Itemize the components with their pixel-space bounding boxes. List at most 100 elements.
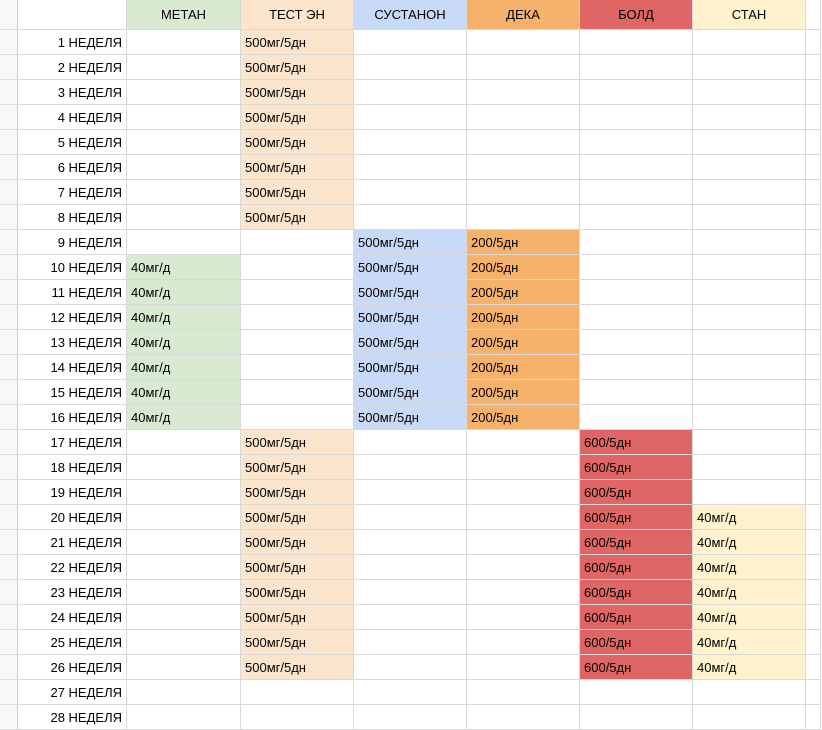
- cell-sustanon[interactable]: 500мг/5дн: [354, 280, 467, 305]
- cell-deka[interactable]: [467, 480, 580, 505]
- cell-metan[interactable]: [127, 505, 241, 530]
- cell-sustanon[interactable]: [354, 80, 467, 105]
- cell-deka[interactable]: 200/5дн: [467, 280, 580, 305]
- cell-test_en[interactable]: 500мг/5дн: [241, 480, 354, 505]
- week-label[interactable]: 27 НЕДЕЛЯ: [18, 680, 127, 705]
- cell-deka[interactable]: [467, 630, 580, 655]
- cell-metan[interactable]: [127, 230, 241, 255]
- cell-deka[interactable]: 200/5дн: [467, 405, 580, 430]
- cell-stan[interactable]: [693, 205, 806, 230]
- cell-test_en[interactable]: 500мг/5дн: [241, 130, 354, 155]
- cell-sustanon[interactable]: [354, 680, 467, 705]
- column-header-sustanon[interactable]: СУСТАНОН: [354, 0, 467, 30]
- cell-bold[interactable]: [580, 155, 693, 180]
- week-label[interactable]: 22 НЕДЕЛЯ: [18, 555, 127, 580]
- cell-metan[interactable]: [127, 605, 241, 630]
- cell-sustanon[interactable]: [354, 130, 467, 155]
- cell-stan[interactable]: [693, 680, 806, 705]
- cell-bold[interactable]: [580, 330, 693, 355]
- cell-stan[interactable]: [693, 380, 806, 405]
- cell-sustanon[interactable]: [354, 630, 467, 655]
- cell-metan[interactable]: [127, 680, 241, 705]
- week-label[interactable]: 2 НЕДЕЛЯ: [18, 55, 127, 80]
- week-label[interactable]: 11 НЕДЕЛЯ: [18, 280, 127, 305]
- cell-sustanon[interactable]: [354, 30, 467, 55]
- cell-sustanon[interactable]: [354, 705, 467, 730]
- cell-test_en[interactable]: [241, 330, 354, 355]
- cell-test_en[interactable]: 500мг/5дн: [241, 80, 354, 105]
- column-header-stan[interactable]: СТАН: [693, 0, 806, 30]
- week-label[interactable]: 16 НЕДЕЛЯ: [18, 405, 127, 430]
- week-label[interactable]: 12 НЕДЕЛЯ: [18, 305, 127, 330]
- cell-metan[interactable]: 40мг/д: [127, 280, 241, 305]
- cell-bold[interactable]: [580, 305, 693, 330]
- cell-stan[interactable]: [693, 80, 806, 105]
- cell-test_en[interactable]: 500мг/5дн: [241, 30, 354, 55]
- column-header-metan[interactable]: МЕТАН: [127, 0, 241, 30]
- cell-sustanon[interactable]: [354, 505, 467, 530]
- cell-metan[interactable]: [127, 155, 241, 180]
- cell-stan[interactable]: [693, 55, 806, 80]
- cell-stan[interactable]: [693, 405, 806, 430]
- cell-deka[interactable]: [467, 580, 580, 605]
- cell-metan[interactable]: [127, 455, 241, 480]
- cell-metan[interactable]: [127, 580, 241, 605]
- cell-deka[interactable]: [467, 430, 580, 455]
- cell-metan[interactable]: 40мг/д: [127, 330, 241, 355]
- cell-bold[interactable]: 600/5дн: [580, 605, 693, 630]
- cell-sustanon[interactable]: 500мг/5дн: [354, 355, 467, 380]
- cell-stan[interactable]: [693, 430, 806, 455]
- cell-sustanon[interactable]: [354, 655, 467, 680]
- cell-test_en[interactable]: 500мг/5дн: [241, 505, 354, 530]
- cell-metan[interactable]: [127, 555, 241, 580]
- cell-stan[interactable]: [693, 255, 806, 280]
- cell-metan[interactable]: [127, 480, 241, 505]
- cell-sustanon[interactable]: [354, 605, 467, 630]
- cell-sustanon[interactable]: 500мг/5дн: [354, 330, 467, 355]
- cell-bold[interactable]: [580, 255, 693, 280]
- cell-test_en[interactable]: [241, 680, 354, 705]
- cell-deka[interactable]: [467, 455, 580, 480]
- cell-sustanon[interactable]: [354, 480, 467, 505]
- cell-metan[interactable]: 40мг/д: [127, 255, 241, 280]
- cell-sustanon[interactable]: [354, 430, 467, 455]
- cell-test_en[interactable]: 500мг/5дн: [241, 205, 354, 230]
- cell-metan[interactable]: [127, 655, 241, 680]
- cell-metan[interactable]: [127, 705, 241, 730]
- cell-deka[interactable]: [467, 605, 580, 630]
- cell-metan[interactable]: 40мг/д: [127, 380, 241, 405]
- cell-sustanon[interactable]: [354, 180, 467, 205]
- cell-bold[interactable]: 600/5дн: [580, 655, 693, 680]
- week-label[interactable]: 17 НЕДЕЛЯ: [18, 430, 127, 455]
- cell-bold[interactable]: [580, 380, 693, 405]
- week-label[interactable]: 20 НЕДЕЛЯ: [18, 505, 127, 530]
- cell-bold[interactable]: [580, 355, 693, 380]
- cell-deka[interactable]: [467, 80, 580, 105]
- column-header-test_en[interactable]: ТЕСТ ЭН: [241, 0, 354, 30]
- cell-sustanon[interactable]: [354, 555, 467, 580]
- cell-stan[interactable]: 40мг/д: [693, 530, 806, 555]
- cell-deka[interactable]: 200/5дн: [467, 305, 580, 330]
- cell-sustanon[interactable]: [354, 205, 467, 230]
- week-label[interactable]: 19 НЕДЕЛЯ: [18, 480, 127, 505]
- cell-deka[interactable]: [467, 180, 580, 205]
- cell-test_en[interactable]: [241, 705, 354, 730]
- cell-deka[interactable]: [467, 205, 580, 230]
- cell-metan[interactable]: [127, 130, 241, 155]
- cell-stan[interactable]: 40мг/д: [693, 555, 806, 580]
- cell-deka[interactable]: 200/5дн: [467, 255, 580, 280]
- column-header-deka[interactable]: ДЕКА: [467, 0, 580, 30]
- cell-sustanon[interactable]: [354, 455, 467, 480]
- cell-test_en[interactable]: 500мг/5дн: [241, 55, 354, 80]
- cell-deka[interactable]: 200/5дн: [467, 355, 580, 380]
- cell-bold[interactable]: 600/5дн: [580, 555, 693, 580]
- cell-sustanon[interactable]: [354, 105, 467, 130]
- cell-metan[interactable]: [127, 55, 241, 80]
- cell-bold[interactable]: 600/5дн: [580, 505, 693, 530]
- week-label[interactable]: 13 НЕДЕЛЯ: [18, 330, 127, 355]
- cell-metan[interactable]: [127, 205, 241, 230]
- cell-bold[interactable]: [580, 180, 693, 205]
- cell-deka[interactable]: [467, 530, 580, 555]
- cell-stan[interactable]: 40мг/д: [693, 605, 806, 630]
- cell-deka[interactable]: [467, 105, 580, 130]
